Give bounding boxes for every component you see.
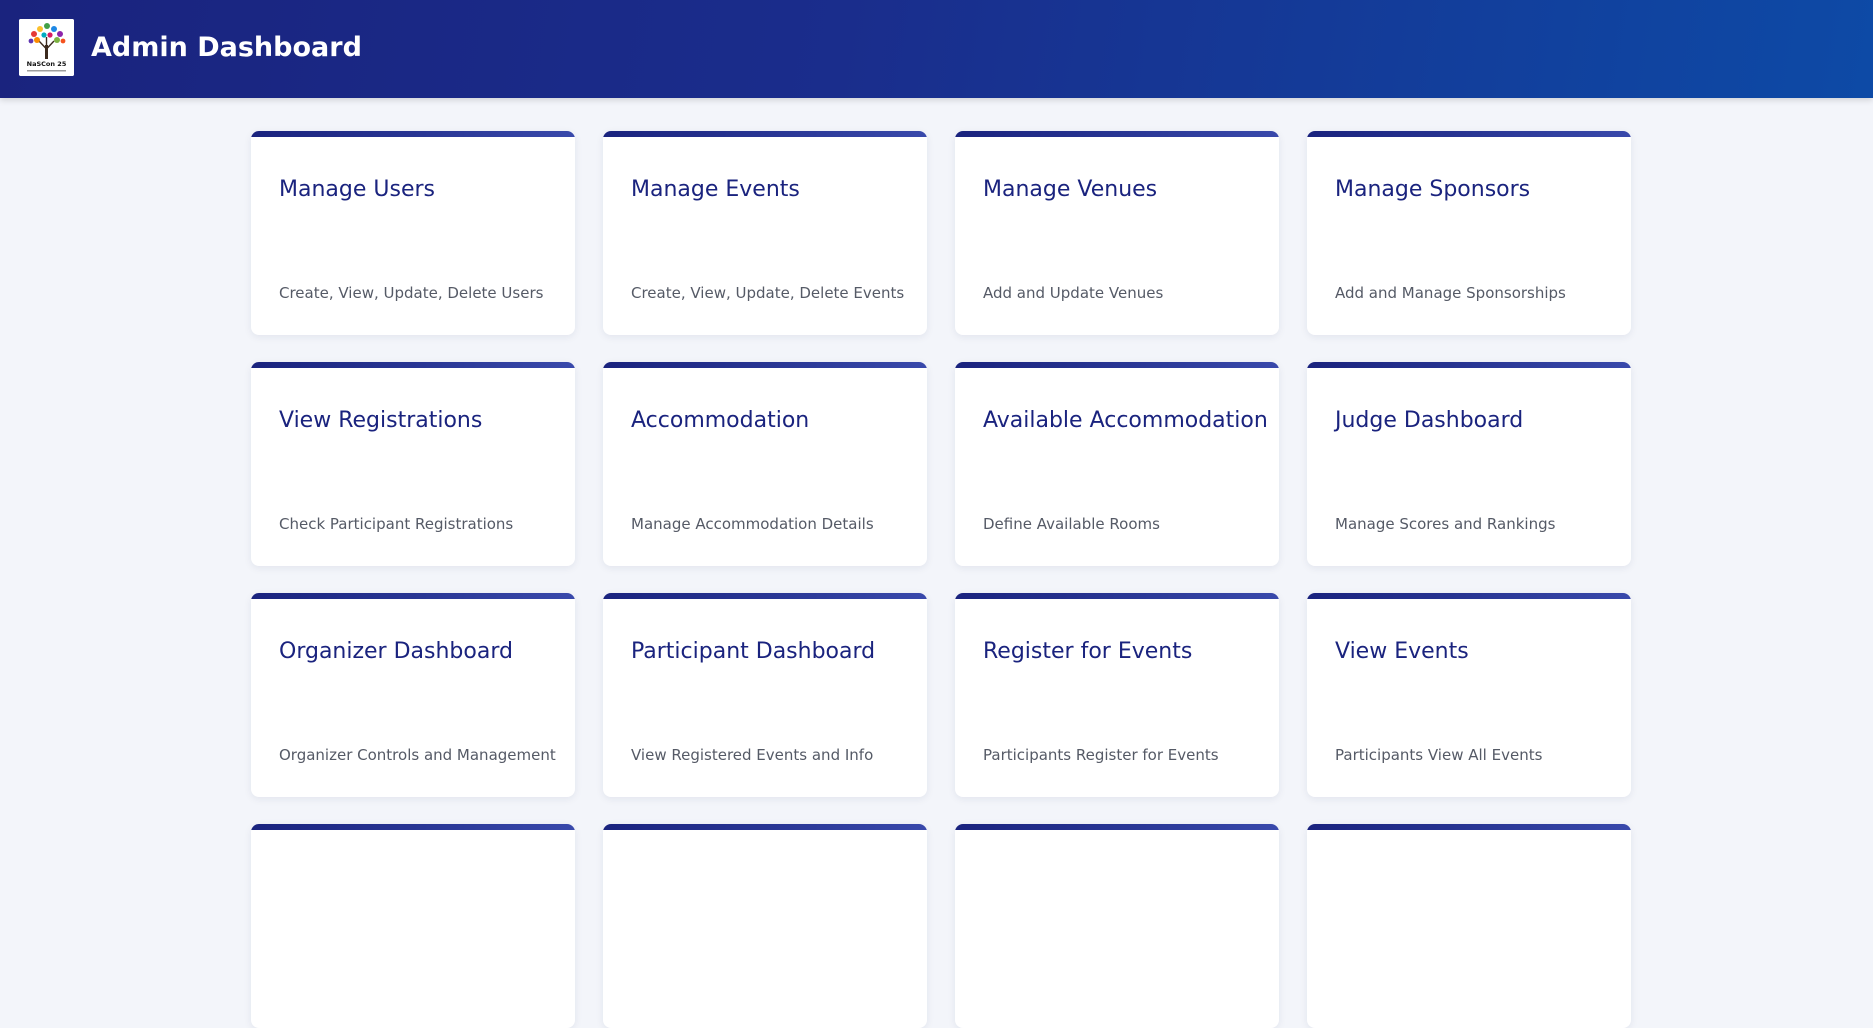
card-manage-sponsors[interactable]: Manage Sponsors Add and Manage Sponsorsh… bbox=[1307, 131, 1631, 335]
card-view-events[interactable]: View Events Participants View All Events bbox=[1307, 593, 1631, 797]
card-accent-bar bbox=[955, 824, 1279, 830]
card-description: Organizer Controls and Management bbox=[279, 746, 556, 764]
card-accent-bar bbox=[251, 362, 575, 368]
card-accent-bar bbox=[1307, 362, 1631, 368]
card-description: Define Available Rooms bbox=[983, 515, 1160, 533]
card-description: Participants View All Events bbox=[1335, 746, 1543, 764]
nascon-logo[interactable]: NaSCon 25 bbox=[19, 19, 74, 76]
card-accent-bar bbox=[251, 131, 575, 137]
card-description: View Registered Events and Info bbox=[631, 746, 874, 764]
card-accent-bar bbox=[603, 593, 927, 599]
card-manage-users[interactable]: Manage Users Create, View, Update, Delet… bbox=[251, 131, 575, 335]
page-title: Admin Dashboard bbox=[91, 32, 362, 63]
tree-logo-icon: NaSCon 25 bbox=[19, 19, 74, 76]
card-title: Participant Dashboard bbox=[631, 639, 876, 664]
card-title: Manage Users bbox=[279, 177, 435, 202]
card-title: Register for Events bbox=[983, 639, 1193, 664]
card-title: Manage Sponsors bbox=[1335, 177, 1531, 202]
card-partial-row4-col2[interactable] bbox=[603, 824, 927, 1028]
card-title: View Registrations bbox=[279, 408, 483, 433]
card-accent-bar bbox=[1307, 131, 1631, 137]
card-accent-bar bbox=[251, 593, 575, 599]
card-description: Manage Accommodation Details bbox=[631, 515, 874, 533]
card-title: Available Accommodation bbox=[983, 408, 1268, 433]
card-accent-bar bbox=[1307, 593, 1631, 599]
top-header: NaSCon 25 Admin Dashboard bbox=[0, 0, 1873, 98]
card-judge-dashboard[interactable]: Judge Dashboard Manage Scores and Rankin… bbox=[1307, 362, 1631, 566]
card-accent-bar bbox=[955, 131, 1279, 137]
card-accommodation[interactable]: Accommodation Manage Accommodation Detai… bbox=[603, 362, 927, 566]
card-organizer-dashboard[interactable]: Organizer Dashboard Organizer Controls a… bbox=[251, 593, 575, 797]
card-manage-venues[interactable]: Manage Venues Add and Update Venues bbox=[955, 131, 1279, 335]
card-title: Manage Venues bbox=[983, 177, 1158, 202]
svg-text:NaSCon 25: NaSCon 25 bbox=[27, 60, 67, 68]
card-description: Add and Update Venues bbox=[983, 284, 1164, 302]
card-title: Judge Dashboard bbox=[1335, 408, 1524, 433]
card-description: Manage Scores and Rankings bbox=[1335, 515, 1556, 533]
card-description: Create, View, Update, Delete Events bbox=[631, 284, 905, 302]
card-accent-bar bbox=[1307, 824, 1631, 830]
card-accent-bar bbox=[603, 362, 927, 368]
card-participant-dashboard[interactable]: Participant Dashboard View Registered Ev… bbox=[603, 593, 927, 797]
card-partial-row4-col1[interactable] bbox=[251, 824, 575, 1028]
card-title: Accommodation bbox=[631, 408, 810, 433]
card-accent-bar bbox=[955, 362, 1279, 368]
card-accent-bar bbox=[603, 131, 927, 137]
card-title: Manage Events bbox=[631, 177, 800, 202]
card-available-accommodation[interactable]: Available Accommodation Define Available… bbox=[955, 362, 1279, 566]
card-description: Check Participant Registrations bbox=[279, 515, 514, 533]
card-partial-row4-col3[interactable] bbox=[955, 824, 1279, 1028]
card-manage-events[interactable]: Manage Events Create, View, Update, Dele… bbox=[603, 131, 927, 335]
card-title: Organizer Dashboard bbox=[279, 639, 513, 664]
card-view-registrations[interactable]: View Registrations Check Participant Reg… bbox=[251, 362, 575, 566]
card-description: Create, View, Update, Delete Users bbox=[279, 284, 544, 302]
card-description: Add and Manage Sponsorships bbox=[1335, 284, 1566, 302]
card-description: Participants Register for Events bbox=[983, 746, 1219, 764]
dashboard-card-grid: Manage Users Create, View, Update, Delet… bbox=[251, 131, 1631, 1028]
card-title: View Events bbox=[1335, 639, 1469, 664]
card-register-for-events[interactable]: Register for Events Participants Registe… bbox=[955, 593, 1279, 797]
card-accent-bar bbox=[955, 593, 1279, 599]
card-partial-row4-col4[interactable] bbox=[1307, 824, 1631, 1028]
card-accent-bar bbox=[251, 824, 575, 830]
card-accent-bar bbox=[603, 824, 927, 830]
